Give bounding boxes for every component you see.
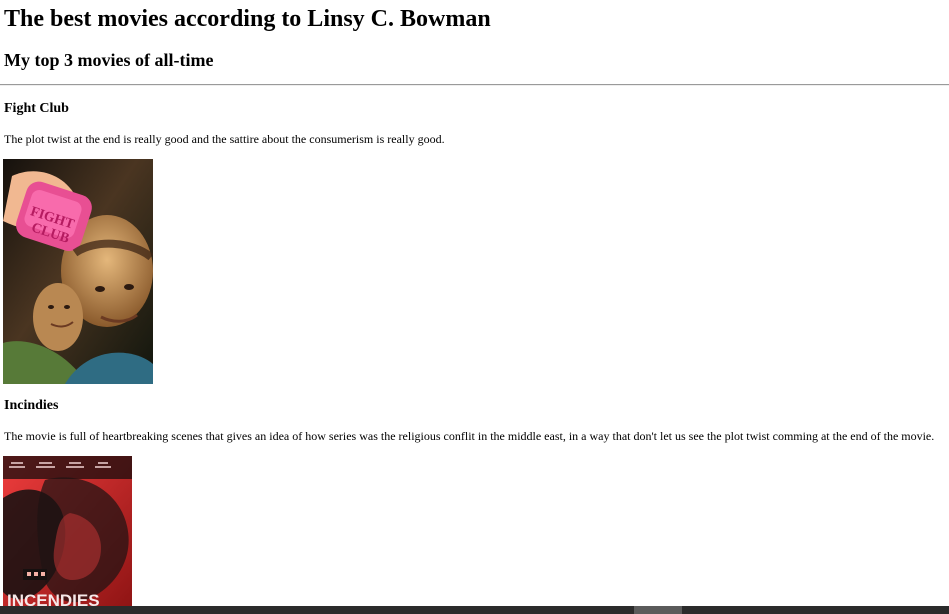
incendies-poster-art: INCENDIES bbox=[3, 456, 132, 608]
page-subtitle: My top 3 movies of all-time bbox=[4, 50, 214, 70]
horizontal-scrollbar[interactable] bbox=[0, 606, 949, 614]
incendies-poster: INCENDIES bbox=[3, 456, 132, 608]
movie-description-fight-club: The plot twist at the end is really good… bbox=[4, 132, 445, 146]
movie-title-fight-club: Fight Club bbox=[4, 101, 69, 116]
horizontal-scrollbar-thumb[interactable] bbox=[634, 606, 682, 614]
movie-title-incindies: Incindies bbox=[4, 398, 59, 413]
movie-description-incindies: The movie is full of heartbreaking scene… bbox=[4, 429, 935, 443]
page-title: The best movies according to Linsy C. Bo… bbox=[4, 6, 491, 32]
fight-club-poster: FIGHT CLUB bbox=[3, 159, 153, 384]
fight-club-poster-art: FIGHT CLUB bbox=[3, 159, 153, 384]
page: The best movies according to Linsy C. Bo… bbox=[0, 0, 949, 614]
horizontal-rule bbox=[0, 84, 949, 86]
